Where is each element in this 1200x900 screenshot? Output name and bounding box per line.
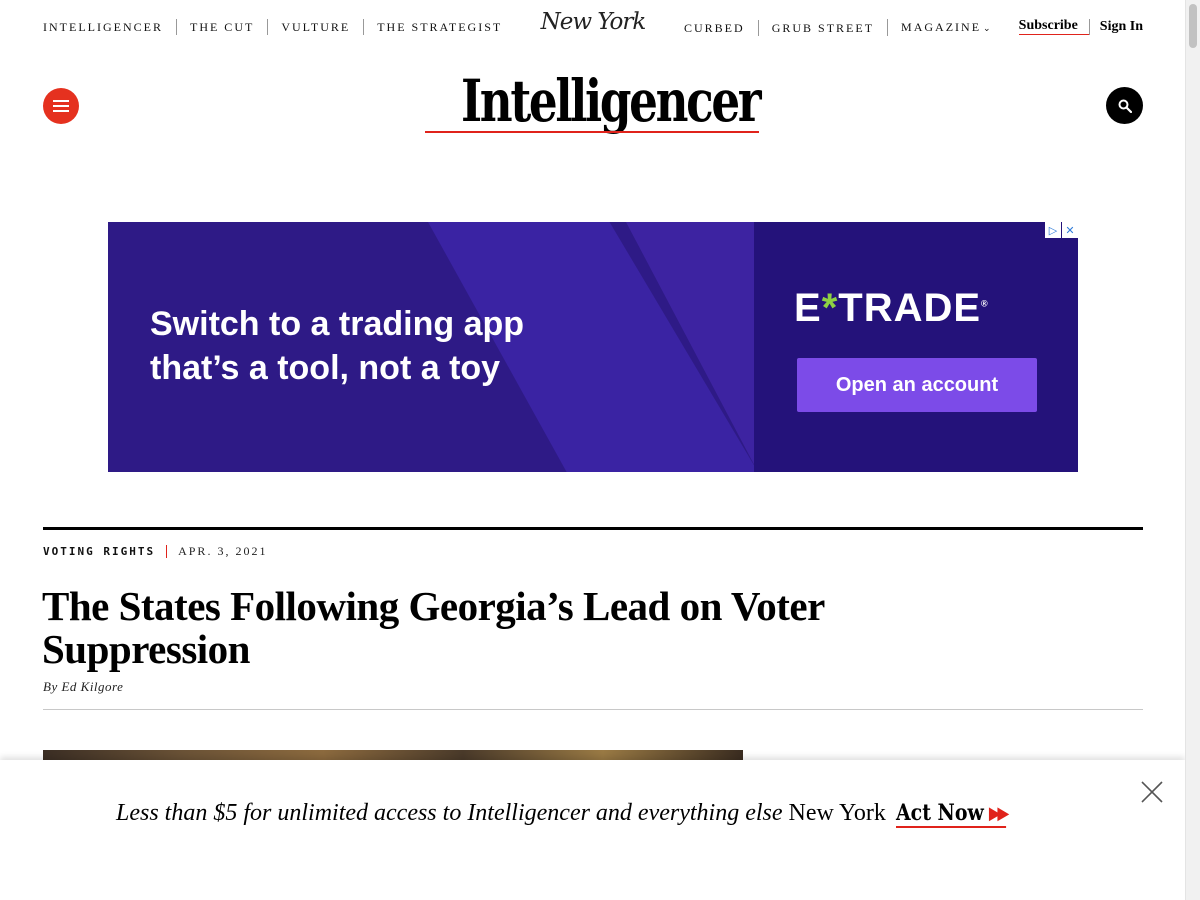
intelligencer-masthead[interactable]: Intelligencer (461, 64, 762, 138)
sign-in-link[interactable]: Sign In (1088, 18, 1143, 35)
menu-icon-line (53, 100, 69, 102)
new-york-logo[interactable]: New York (534, 9, 652, 35)
registered-mark: ® (981, 298, 989, 309)
menu-icon-line (53, 110, 69, 112)
nav-link-curbed[interactable]: CURBED (684, 20, 758, 36)
double-arrow-icon: ▶▶ (988, 802, 1009, 824)
nav-link-the-strategist[interactable]: THE STRATEGIST (363, 19, 515, 35)
banner-message: Less than $5 for unlimited access to Int… (116, 800, 1024, 828)
banner-close-button[interactable] (1140, 780, 1164, 804)
etrade-logo-right: TRADE (838, 286, 982, 330)
nav-link-magazine[interactable]: MAGAZINE ⌄ (887, 19, 1004, 36)
ad-close-icon[interactable]: ✕ (1062, 222, 1078, 238)
banner-brand-text: New York (788, 800, 886, 826)
menu-icon-line (53, 105, 69, 107)
article-byline: By Ed Kilgore (43, 679, 124, 694)
ad-headline: Switch to a trading app that’s a tool, n… (150, 305, 525, 387)
etrade-logo: E*TRADE® (794, 286, 989, 331)
etrade-logo-left: E (794, 286, 822, 330)
nav-left-group: INTELLIGENCER THE CUT VULTURE THE STRATE… (43, 19, 515, 35)
close-icon (1141, 781, 1163, 803)
open-account-button[interactable]: Open an account (797, 358, 1037, 412)
adchoices-icon[interactable]: ▷ (1045, 222, 1061, 238)
subscription-banner: Less than $5 for unlimited access to Int… (0, 760, 1185, 900)
nav-right-group: CURBED GRUB STREET MAGAZINE ⌄ (684, 19, 1004, 36)
act-now-label: Act Now (895, 800, 984, 826)
top-nav: INTELLIGENCER THE CUT VULTURE THE STRATE… (43, 0, 1143, 54)
etrade-ad[interactable]: Switch to a trading app that’s a tool, n… (108, 222, 1078, 472)
nav-link-vulture[interactable]: VULTURE (267, 19, 363, 35)
rubric-link[interactable]: VOTING RIGHTS (43, 545, 155, 558)
article-top-rule (43, 527, 1143, 530)
nav-link-magazine-label: MAGAZINE (901, 20, 982, 34)
search-button[interactable] (1106, 87, 1143, 124)
article-date: APR. 3, 2021 (178, 544, 268, 558)
chevron-down-icon: ⌄ (983, 23, 991, 33)
subscribe-link[interactable]: Subscribe (1018, 18, 1089, 35)
article-meta: VOTING RIGHTS APR. 3, 2021 (43, 544, 267, 559)
nav-link-intelligencer[interactable]: INTELLIGENCER (43, 19, 176, 35)
masthead-underline (425, 131, 759, 133)
ad-right-panel (754, 222, 1078, 472)
banner-promo-text: Less than $5 for unlimited access to Int… (116, 800, 783, 826)
article-bottom-rule (43, 709, 1143, 710)
article-headline: The States Following Georgia’s Lead on V… (42, 583, 825, 672)
etrade-logo-mark: * (821, 286, 839, 330)
meta-divider (166, 545, 168, 558)
scrollbar-thumb[interactable] (1189, 4, 1197, 48)
nav-link-the-cut[interactable]: THE CUT (175, 19, 267, 35)
search-icon (1118, 99, 1132, 113)
hamburger-menu-button[interactable] (43, 88, 79, 124)
auth-links: Subscribe Sign In (1018, 18, 1143, 35)
act-now-link[interactable]: Act Now ▶▶ (895, 800, 1009, 828)
page-scrollbar[interactable] (1185, 0, 1200, 900)
nav-link-grub-street[interactable]: GRUB STREET (757, 19, 887, 36)
ad-choices: ▷ ✕ (1044, 222, 1078, 238)
